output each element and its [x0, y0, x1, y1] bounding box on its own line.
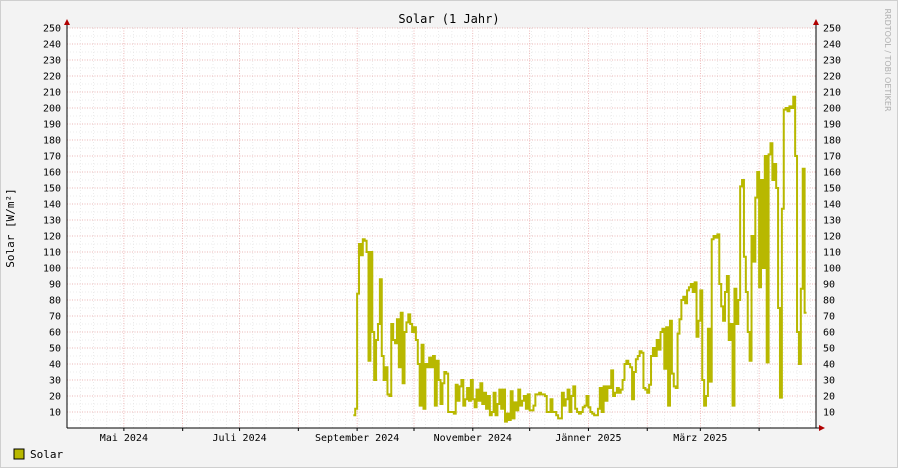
y-tick-label: 190: [43, 120, 61, 131]
y-tick-label-right: 40: [823, 360, 835, 371]
chart-canvas: Solar (1 Jahr) Solar [W/m²] RRDTOOL / TO…: [0, 0, 898, 468]
legend: Solar: [13, 448, 63, 461]
y-tick-label-right: 50: [823, 344, 835, 355]
y-tick-label: 70: [49, 312, 61, 323]
y-tick-label-right: 140: [823, 200, 841, 211]
y-tick-label: 180: [43, 136, 61, 147]
y-tick-label-right: 150: [823, 184, 841, 195]
y-tick-label: 120: [43, 232, 61, 243]
y-tick-label-right: 30: [823, 376, 835, 387]
watermark: RRDTOOL / TOBI OETIKER: [883, 8, 892, 111]
y-tick-label: 50: [49, 344, 61, 355]
legend-label-solar: Solar: [30, 448, 63, 461]
y-tick-label-right: 170: [823, 152, 841, 163]
y-tick-label: 40: [49, 360, 61, 371]
x-tick-label: März 2025: [673, 433, 727, 444]
x-tick-label: Jänner 2025: [555, 433, 621, 444]
y-tick-label: 30: [49, 376, 61, 387]
y-tick-label-right: 200: [823, 104, 841, 115]
y-tick-label-right: 130: [823, 216, 841, 227]
y-tick-label: 220: [43, 72, 61, 83]
y-tick-label-right: 10: [823, 408, 835, 419]
y-tick-label: 160: [43, 168, 61, 179]
y-tick-label-right: 180: [823, 136, 841, 147]
y-tick-label-right: 210: [823, 88, 841, 99]
y-tick-label-right: 240: [823, 40, 841, 51]
y-tick-label-right: 20: [823, 392, 835, 403]
chart-title: Solar (1 Jahr): [398, 12, 499, 26]
y-tick-label-right: 100: [823, 264, 841, 275]
y-tick-label-right: 230: [823, 56, 841, 67]
y-tick-label: 130: [43, 216, 61, 227]
y-tick-label-right: 220: [823, 72, 841, 83]
y-tick-label: 110: [43, 248, 61, 259]
y-tick-label-right: 80: [823, 296, 835, 307]
y-tick-label: 90: [49, 280, 61, 291]
x-tick-label: November 2024: [434, 433, 512, 444]
y-tick-label: 230: [43, 56, 61, 67]
y-tick-label: 150: [43, 184, 61, 195]
solar-chart: Solar (1 Jahr) Solar [W/m²] RRDTOOL / TO…: [0, 0, 898, 468]
x-tick-label: Mai 2024: [100, 433, 148, 444]
y-tick-label-right: 120: [823, 232, 841, 243]
y-tick-label-right: 160: [823, 168, 841, 179]
y-tick-label: 60: [49, 328, 61, 339]
y-tick-label-right: 110: [823, 248, 841, 259]
y-tick-label: 140: [43, 200, 61, 211]
y-tick-label: 20: [49, 392, 61, 403]
y-tick-label-right: 190: [823, 120, 841, 131]
y-tick-label: 250: [43, 24, 61, 35]
y-tick-label: 80: [49, 296, 61, 307]
y-tick-label: 200: [43, 104, 61, 115]
y-tick-label-right: 60: [823, 328, 835, 339]
x-tick-label: Juli 2024: [212, 433, 266, 444]
y-tick-label-right: 90: [823, 280, 835, 291]
x-tick-label: September 2024: [315, 433, 399, 444]
y-tick-label: 170: [43, 152, 61, 163]
y-tick-label-right: 250: [823, 24, 841, 35]
y-axis-label: Solar [W/m²]: [4, 188, 17, 267]
y-tick-label: 210: [43, 88, 61, 99]
y-tick-label-right: 70: [823, 312, 835, 323]
legend-swatch-solar: [13, 448, 25, 460]
y-tick-label: 10: [49, 408, 61, 419]
y-tick-label: 240: [43, 40, 61, 51]
y-tick-label: 100: [43, 264, 61, 275]
